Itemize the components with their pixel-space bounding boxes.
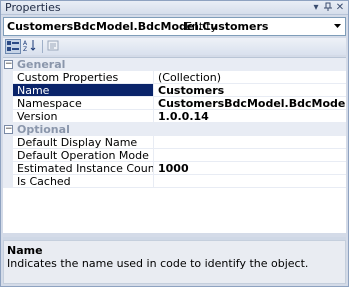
property-name[interactable]: Name bbox=[13, 84, 154, 97]
property-row[interactable]: Namespace CustomersBdcModel.BdcModel bbox=[3, 97, 346, 110]
close-icon[interactable]: ✕ bbox=[334, 2, 346, 14]
pin-icon[interactable] bbox=[322, 2, 334, 14]
property-value[interactable]: (Collection) bbox=[154, 71, 346, 84]
window-position-dropdown-icon[interactable]: ▾ bbox=[310, 2, 322, 14]
description-pane: Name Indicates the name used in code to … bbox=[3, 240, 346, 284]
property-value[interactable]: 1.0.0.14 bbox=[154, 110, 346, 123]
collapse-icon[interactable]: − bbox=[4, 125, 13, 134]
toolbar-separator bbox=[42, 40, 43, 53]
category-general[interactable]: − General bbox=[3, 58, 346, 71]
object-selector-combo[interactable]: CustomersBdcModel.BdcModel.Customers Ent… bbox=[3, 17, 346, 36]
row-gutter bbox=[3, 97, 13, 110]
property-row[interactable]: Version 1.0.0.14 bbox=[3, 110, 346, 123]
property-row[interactable]: Custom Properties (Collection) bbox=[3, 71, 346, 84]
description-text: Indicates the name used in code to ident… bbox=[7, 257, 309, 270]
alphabetical-icon: A Z bbox=[23, 40, 36, 53]
collapse-icon[interactable]: − bbox=[4, 60, 13, 69]
property-name[interactable]: Default Display Name bbox=[13, 136, 154, 149]
svg-text:Z: Z bbox=[23, 46, 27, 52]
property-name[interactable]: Version bbox=[13, 110, 154, 123]
property-value[interactable]: Customers bbox=[154, 84, 346, 97]
category-label: General bbox=[17, 58, 66, 71]
row-gutter bbox=[3, 162, 13, 175]
row-gutter bbox=[3, 149, 13, 162]
object-name: CustomersBdcModel.BdcModel.Customers bbox=[7, 20, 269, 33]
alphabetical-button[interactable]: A Z bbox=[23, 39, 39, 54]
property-row-selected[interactable]: Name Customers bbox=[3, 84, 346, 97]
property-name[interactable]: Is Cached bbox=[13, 175, 154, 188]
category-optional[interactable]: − Optional bbox=[3, 123, 346, 136]
row-gutter bbox=[3, 71, 13, 84]
category-label: Optional bbox=[17, 123, 70, 136]
property-value[interactable]: CustomersBdcModel.BdcModel bbox=[154, 97, 346, 110]
row-gutter bbox=[3, 110, 13, 123]
property-value[interactable] bbox=[154, 175, 346, 188]
property-value[interactable]: 1000 bbox=[154, 162, 346, 175]
property-value[interactable] bbox=[154, 149, 346, 162]
properties-toolbar: A Z bbox=[3, 38, 346, 55]
property-name[interactable]: Estimated Instance Count bbox=[13, 162, 154, 175]
property-row[interactable]: Default Operation Mode bbox=[3, 149, 346, 162]
property-pages-button[interactable] bbox=[46, 39, 62, 54]
property-row[interactable]: Default Display Name bbox=[3, 136, 346, 149]
window-title: Properties bbox=[5, 1, 61, 14]
description-title: Name bbox=[7, 244, 43, 257]
properties-window: Properties ▾ ✕ CustomersBdcModel.BdcMode… bbox=[0, 0, 349, 287]
categorized-button[interactable] bbox=[5, 39, 21, 54]
property-name[interactable]: Custom Properties bbox=[13, 71, 154, 84]
property-value[interactable] bbox=[154, 136, 346, 149]
property-name[interactable]: Namespace bbox=[13, 97, 154, 110]
title-bar[interactable]: Properties ▾ ✕ bbox=[1, 1, 348, 15]
property-grid: − General Custom Properties (Collection)… bbox=[3, 57, 346, 233]
property-name[interactable]: Default Operation Mode bbox=[13, 149, 154, 162]
property-row[interactable]: Estimated Instance Count 1000 bbox=[3, 162, 346, 175]
chevron-down-icon[interactable] bbox=[333, 21, 342, 30]
row-gutter bbox=[3, 175, 13, 188]
property-row[interactable]: Is Cached bbox=[3, 175, 346, 188]
row-gutter bbox=[3, 136, 13, 149]
row-gutter bbox=[3, 84, 13, 97]
categorized-icon bbox=[7, 41, 19, 51]
property-pages-icon bbox=[47, 40, 59, 51]
object-type: Entity bbox=[185, 20, 218, 33]
